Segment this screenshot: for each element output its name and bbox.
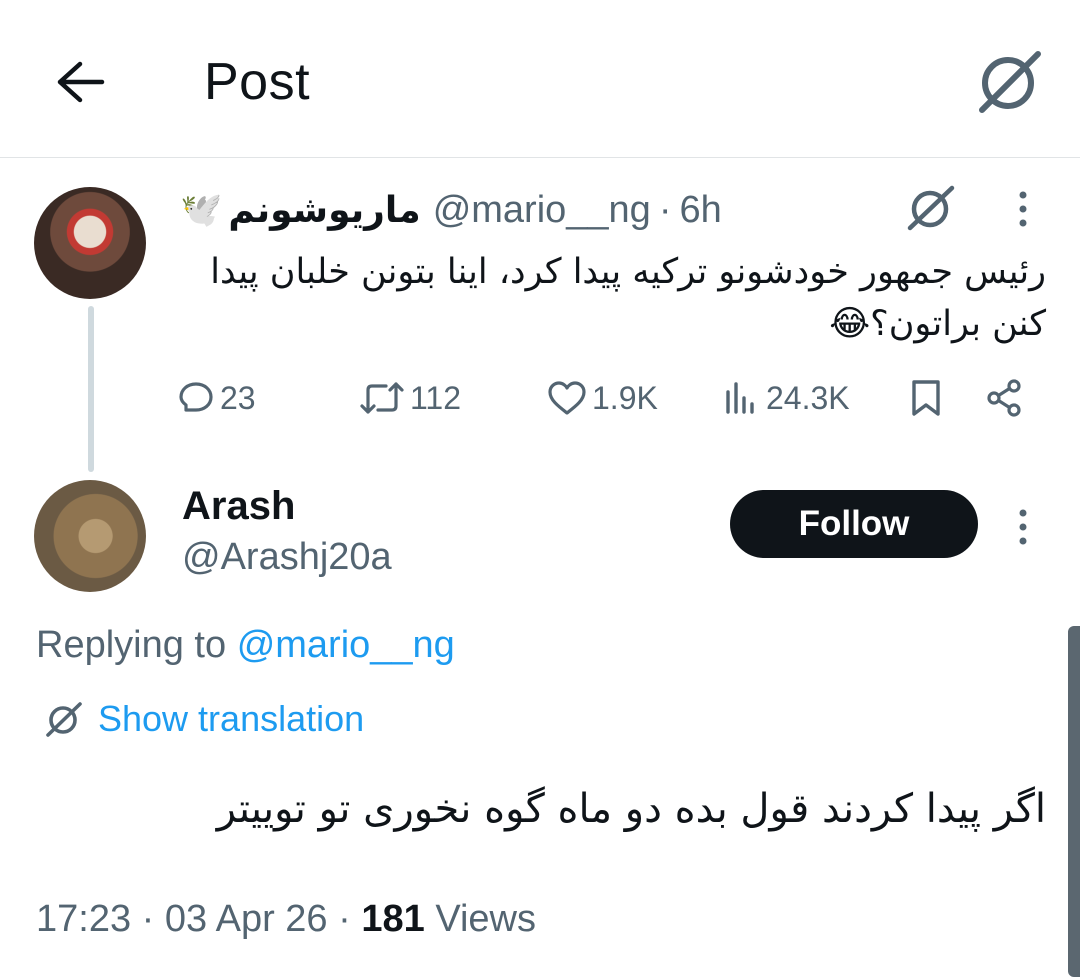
grok-button[interactable] bbox=[972, 48, 1048, 114]
bookmark-icon bbox=[912, 380, 940, 416]
repost-icon bbox=[360, 382, 404, 414]
more-vertical-icon bbox=[1019, 191, 1027, 227]
author-handle[interactable]: @Arashj20a bbox=[182, 536, 392, 579]
post-date[interactable]: 03 Apr 26 bbox=[165, 898, 328, 940]
like-count: 1.9K bbox=[592, 379, 658, 416]
views-label: Views bbox=[435, 898, 536, 940]
separator: · bbox=[658, 188, 672, 231]
like-action[interactable]: 1.9K bbox=[546, 368, 658, 428]
grok-icon bbox=[46, 702, 82, 737]
grok-icon bbox=[907, 185, 955, 231]
post-timestamp[interactable]: 17:23 bbox=[36, 898, 131, 940]
post-text: اگر پیدا کردند قول بده دو ماه گوه نخوری … bbox=[216, 786, 1046, 832]
author-name[interactable]: ماریوشونم bbox=[228, 190, 420, 231]
analytics-icon bbox=[726, 382, 754, 414]
show-translation-button[interactable]: Show translation bbox=[44, 696, 364, 742]
repost-action[interactable]: 112 bbox=[358, 368, 461, 428]
avatar[interactable] bbox=[34, 187, 146, 299]
page-title: Post bbox=[204, 53, 311, 111]
more-options-button[interactable] bbox=[1006, 504, 1040, 550]
author-handle[interactable]: @mario__ng bbox=[433, 189, 651, 232]
thread-connector bbox=[88, 306, 94, 472]
follow-button[interactable]: Follow bbox=[730, 490, 978, 558]
share-action[interactable] bbox=[984, 368, 1024, 428]
arrow-left-icon bbox=[57, 61, 105, 103]
replying-to: Replying to @mario__ng bbox=[36, 624, 455, 667]
more-vertical-icon bbox=[1019, 509, 1027, 545]
post-text: رئیس جمهور خودشونو ترکیه پیدا کرد، اینا … bbox=[210, 252, 1046, 344]
top-bar bbox=[0, 0, 1080, 158]
replying-to-link[interactable]: @mario__ng bbox=[237, 624, 455, 666]
views-action[interactable]: 24.3K bbox=[722, 368, 850, 428]
repost-count: 112 bbox=[410, 379, 462, 416]
bookmark-action[interactable] bbox=[908, 368, 944, 428]
reply-icon bbox=[179, 382, 213, 412]
reply-action[interactable]: 23 bbox=[176, 368, 256, 428]
post-meta: 17:23 · 03 Apr 26 · 181 Views bbox=[36, 898, 536, 941]
separator: · bbox=[338, 898, 351, 940]
heart-icon bbox=[548, 381, 586, 415]
dove-emoji: 🕊️ bbox=[180, 191, 223, 229]
show-translation-label: Show translation bbox=[98, 698, 365, 739]
scrollbar-thumb[interactable] bbox=[1068, 626, 1080, 977]
reply-count: 23 bbox=[220, 379, 256, 416]
more-options-button[interactable] bbox=[1006, 186, 1040, 232]
share-icon bbox=[987, 379, 1021, 417]
post-time[interactable]: 6h bbox=[679, 189, 721, 232]
back-button[interactable] bbox=[48, 50, 112, 114]
post-author-line: 🕊️ ماریوشونم @mario__ng · 6h bbox=[180, 186, 722, 234]
grok-icon bbox=[979, 51, 1041, 113]
avatar[interactable] bbox=[34, 480, 146, 592]
author-name[interactable]: Arash bbox=[182, 484, 295, 529]
views-count: 181 bbox=[361, 898, 425, 940]
replying-prefix: Replying to bbox=[36, 624, 227, 666]
grok-post-button[interactable] bbox=[904, 182, 960, 232]
separator: · bbox=[141, 898, 155, 940]
view-count: 24.3K bbox=[766, 379, 850, 416]
